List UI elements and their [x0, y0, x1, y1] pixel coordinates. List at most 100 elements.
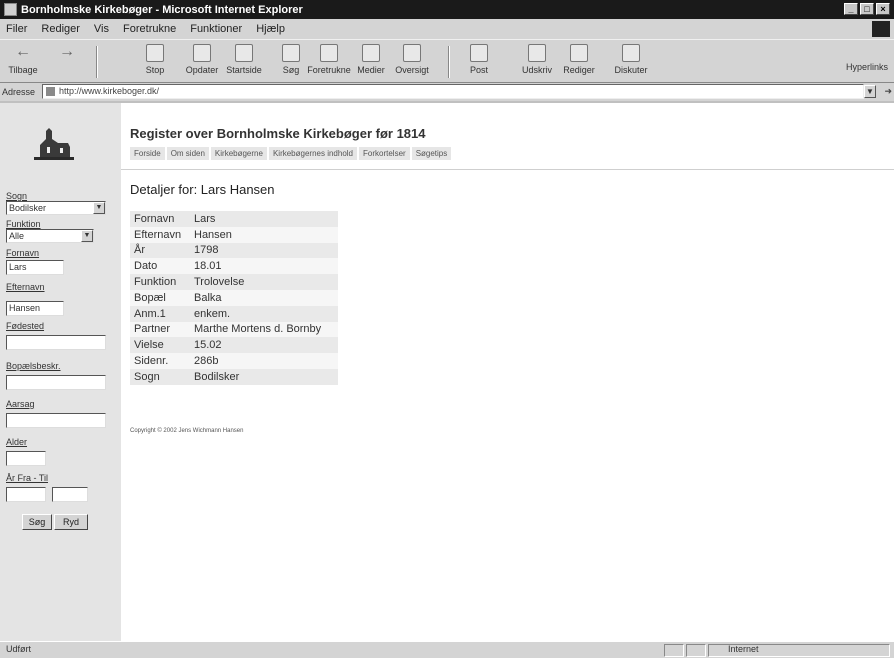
internet-zone-label: Internet	[728, 644, 759, 654]
maximize-button[interactable]: □	[860, 3, 874, 15]
forward-button[interactable]: →	[48, 44, 86, 65]
sogn-select[interactable]: Bodilsker ▼	[6, 201, 106, 215]
toolbar-separator	[96, 46, 98, 78]
detail-value: 15.02	[190, 337, 338, 354]
alder-input[interactable]	[6, 451, 46, 466]
chevron-down-icon: ▼	[93, 202, 105, 214]
alder-label: Alder	[6, 437, 28, 447]
address-input[interactable]: http://www.kirkeboger.dk/	[42, 84, 864, 99]
detail-key: Dato	[130, 258, 190, 275]
menu-edit[interactable]: Rediger	[41, 23, 80, 35]
detail-value: Balka	[190, 289, 338, 306]
history-icon	[403, 44, 421, 62]
home-icon	[235, 44, 253, 62]
refresh-button[interactable]: Opdater	[183, 44, 221, 75]
reset-button[interactable]: Ryd	[54, 514, 88, 530]
fornavn-label: Fornavn	[6, 248, 40, 258]
detail-value: enkem.	[190, 305, 338, 322]
aar-label: År Fra - Til	[6, 473, 48, 483]
search-button[interactable]: Søg	[272, 44, 310, 75]
close-button[interactable]: ×	[876, 3, 890, 15]
nav-forside[interactable]: Forside	[130, 147, 165, 160]
page-title: Register over Bornholmske Kirkebøger før…	[130, 126, 426, 141]
aarsag-input[interactable]	[6, 413, 106, 428]
status-bar: Udført Internet	[0, 641, 894, 658]
history-button[interactable]: Oversigt	[393, 44, 431, 75]
detail-value: 1798	[190, 242, 338, 259]
nav-soegetips[interactable]: Søgetips	[411, 147, 452, 160]
edit-button[interactable]: Rediger	[560, 44, 598, 75]
favorites-icon	[320, 44, 338, 62]
window-title: Bornholmske Kirkebøger - Microsoft Inter…	[21, 3, 303, 16]
menu-help[interactable]: Hjælp	[256, 23, 285, 35]
efternavn-input[interactable]: Hansen	[6, 301, 64, 316]
mail-button[interactable]: Post	[460, 44, 498, 75]
funktion-select[interactable]: Alle ▼	[6, 229, 94, 243]
detail-key: Sogn	[130, 368, 190, 385]
table-row: Vielse 15.02	[130, 337, 338, 354]
detail-key: Fornavn	[130, 211, 190, 227]
table-row: Sidenr. 286b	[130, 353, 338, 369]
table-row: Partner Marthe Mortens d. Bornby	[130, 321, 338, 338]
home-button[interactable]: Startside	[225, 44, 263, 75]
detail-key: Vielse	[130, 337, 190, 354]
table-row: Funktion Trolovelse	[130, 274, 338, 290]
table-row: Efternavn Hansen	[130, 226, 338, 243]
site-nav: Forside Om siden Kirkebøgerne Kirkebøger…	[130, 147, 452, 160]
efternavn-label: Efternavn	[6, 282, 45, 292]
toolbar-separator	[448, 46, 450, 78]
stop-button[interactable]: Stop	[136, 44, 174, 75]
nav-kirkeboegerne[interactable]: Kirkebøgerne	[210, 147, 267, 160]
header-divider	[121, 169, 894, 170]
windows-logo-icon	[872, 21, 890, 37]
detail-key: Funktion	[130, 274, 190, 290]
detail-value: Marthe Mortens d. Bornby	[190, 321, 338, 338]
details-table: Fornavn Lars Efternavn Hansen År 1798 Dato 1…	[130, 211, 338, 385]
aar-fra-input[interactable]	[6, 487, 46, 502]
address-dropdown-icon[interactable]: ▼	[864, 85, 876, 98]
menu-tools[interactable]: Funktioner	[190, 23, 242, 35]
media-icon	[362, 44, 380, 62]
aar-til-input[interactable]	[52, 487, 88, 502]
search-icon	[282, 44, 300, 62]
fornavn-input[interactable]: Lars	[6, 260, 64, 275]
discuss-button[interactable]: Diskuter	[612, 44, 650, 75]
detail-key: Sidenr.	[130, 353, 190, 369]
nav-forkortelser[interactable]: Forkortelser	[359, 147, 410, 160]
nav-kirkeboegernes-indhold[interactable]: Kirkebøgernes indhold	[268, 147, 357, 160]
table-row: Anm.1 enkem.	[130, 305, 338, 322]
print-button[interactable]: Udskriv	[518, 44, 556, 75]
detail-key: Anm.1	[130, 305, 190, 322]
table-row: Dato 18.01	[130, 258, 338, 275]
stop-icon	[146, 44, 164, 62]
detail-value: Bodilsker	[190, 368, 338, 385]
edit-icon	[570, 44, 588, 62]
table-row: År 1798	[130, 242, 338, 259]
table-row: Fornavn Lars	[130, 211, 338, 227]
detail-value: Lars	[190, 211, 338, 227]
menu-file[interactable]: Filer	[6, 23, 27, 35]
status-text: Udført	[6, 644, 32, 654]
nav-om-siden[interactable]: Om siden	[166, 147, 209, 160]
search-button[interactable]: Søg	[22, 514, 52, 530]
search-sidebar: Sogn Bodilsker ▼ Funktion Alle ▼ Fornavn…	[0, 103, 121, 641]
favorites-button[interactable]: Foretrukne	[307, 44, 351, 75]
window-controls: _ □ ×	[844, 3, 890, 15]
menu-view[interactable]: Vis	[94, 23, 109, 35]
detail-key: År	[130, 242, 190, 259]
fodested-input[interactable]	[6, 335, 106, 350]
back-button[interactable]: ← Tilbage	[4, 43, 42, 76]
status-panel	[664, 644, 684, 657]
ie-icon	[4, 3, 17, 16]
back-arrow-icon: ←	[15, 43, 31, 60]
page-content: Sogn Bodilsker ▼ Funktion Alle ▼ Fornavn…	[0, 103, 894, 641]
menu-bar: Filer Rediger Vis Foretrukne Funktioner …	[0, 19, 894, 39]
address-bar: Adresse http://www.kirkeboger.dk/ ▼ ➜	[0, 83, 894, 101]
go-icon[interactable]: ➜	[884, 86, 892, 97]
links-label[interactable]: Hyperlinks	[846, 62, 888, 72]
menu-favorites[interactable]: Foretrukne	[123, 23, 176, 35]
sogn-label: Sogn	[6, 191, 28, 201]
minimize-button[interactable]: _	[844, 3, 858, 15]
bopael-input[interactable]	[6, 375, 106, 390]
media-button[interactable]: Medier	[352, 44, 390, 75]
